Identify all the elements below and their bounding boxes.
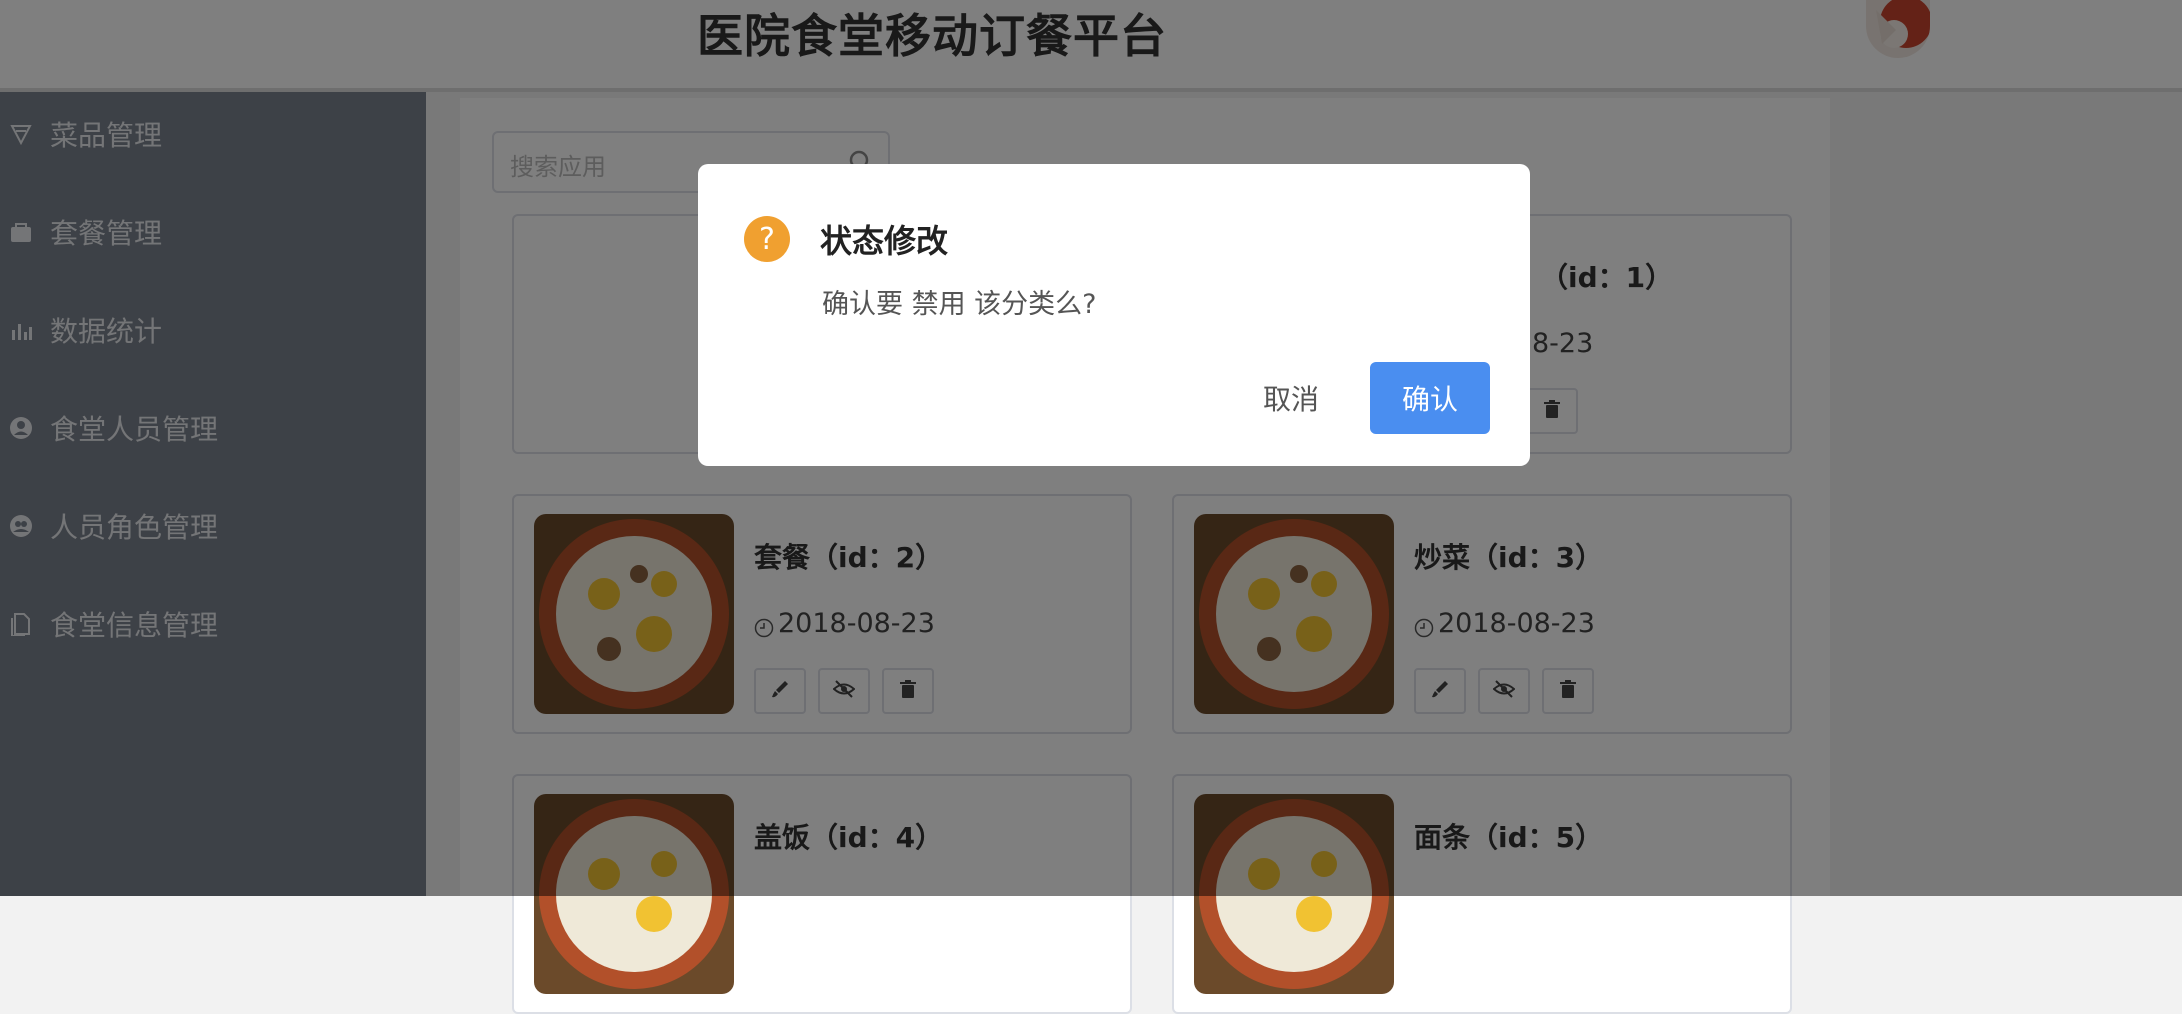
dialog-title: 状态修改 xyxy=(820,222,949,260)
cancel-button[interactable]: 取消 xyxy=(1246,362,1336,434)
confirm-button[interactable]: 确认 xyxy=(1370,362,1490,434)
confirm-dialog: ? 状态修改 确认要 禁用 该分类么? 取消 确认 xyxy=(698,164,1530,466)
dialog-message: 确认要 禁用 该分类么? xyxy=(822,289,1097,320)
question-icon: ? xyxy=(744,216,790,262)
